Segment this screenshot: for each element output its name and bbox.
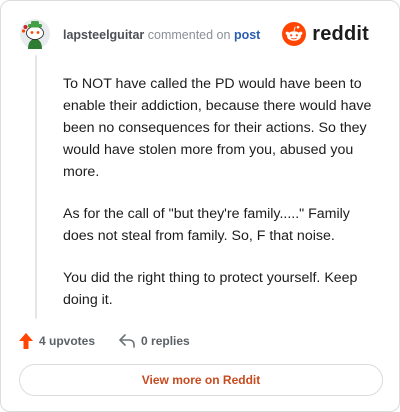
reddit-comment-embed: lapsteelguitar commented on post reddit … — [0, 0, 400, 412]
comment-header: lapsteelguitar commented on post reddit — [19, 18, 385, 52]
comment-body: To NOT have called the PD would have bee… — [63, 73, 381, 331]
upvote-count: 4 upvotes — [39, 334, 96, 348]
comment-actions: 4 upvotes 0 replies — [19, 331, 190, 351]
post-link[interactable]: post — [234, 28, 260, 42]
upvote-arrow-icon — [19, 333, 33, 349]
reply-button[interactable]: 0 replies — [119, 334, 190, 348]
reddit-brand[interactable]: reddit — [282, 21, 369, 47]
reply-arrow-icon — [119, 334, 135, 348]
reddit-wordmark: reddit — [312, 22, 369, 45]
comment-paragraph: To NOT have called the PD would have bee… — [63, 76, 372, 180]
snoo-avatar-icon[interactable] — [19, 18, 51, 50]
comment-paragraph: You did the right thing to protect yours… — [63, 270, 358, 308]
byline-action-text: commented on — [147, 28, 231, 42]
thread-line — [35, 55, 37, 319]
upvote-button[interactable]: 4 upvotes — [19, 333, 95, 349]
reddit-logo-icon — [282, 22, 307, 46]
comment-paragraph: As for the call of "but they're family..… — [63, 206, 350, 244]
reply-count: 0 replies — [141, 334, 190, 348]
view-more-button[interactable]: View more on Reddit — [19, 364, 383, 396]
username-link[interactable]: lapsteelguitar — [63, 28, 144, 42]
comment-byline: lapsteelguitar commented on post — [63, 27, 260, 43]
